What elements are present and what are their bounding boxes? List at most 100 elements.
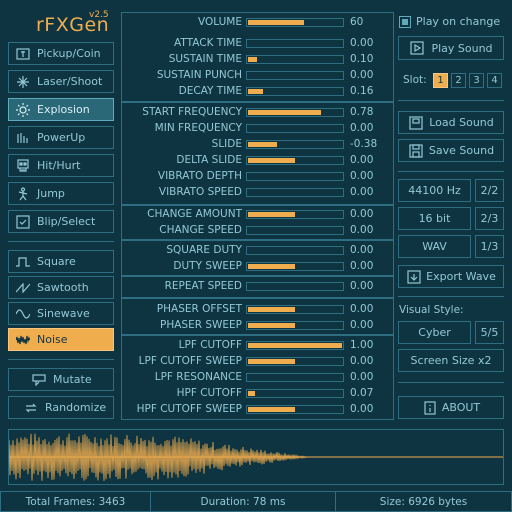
- visual-style-value: Cyber: [418, 326, 451, 339]
- laser-icon: [15, 75, 31, 89]
- status-duration: Duration: 78 ms: [150, 491, 336, 512]
- param-slider[interactable]: [246, 373, 344, 382]
- save-sound-button[interactable]: Save Sound: [398, 139, 504, 162]
- param-value: 0.00: [350, 244, 374, 256]
- coin-icon: [15, 47, 31, 61]
- param-row-sustain-punch: SUSTAIN PUNCH 0.00: [121, 68, 394, 84]
- param-label: SQUARE DUTY: [166, 244, 242, 256]
- load-sound-label: Load Sound: [429, 116, 494, 129]
- param-slider[interactable]: [246, 55, 344, 64]
- param-slider[interactable]: [246, 39, 344, 48]
- randomize-button[interactable]: Randomize: [8, 396, 114, 419]
- waveform-button-label: Noise: [37, 333, 68, 346]
- screen-size-button[interactable]: Screen Size x2: [398, 349, 504, 372]
- file-size: Size: 6926 bytes: [379, 495, 468, 508]
- waveform-button-noise[interactable]: Noise: [8, 328, 114, 351]
- load-sound-button[interactable]: Load Sound: [398, 111, 504, 134]
- generator-button-pickup-coin[interactable]: Pickup/Coin: [8, 42, 114, 65]
- export-wave-label: Export Wave: [426, 270, 496, 283]
- format-label: WAV: [422, 240, 447, 253]
- play-icon: [409, 41, 425, 55]
- sample-rate-label: 44100 Hz: [408, 184, 461, 197]
- param-label: CHANGE SPEED: [159, 224, 242, 236]
- param-row-vibrato-speed: VIBRATO SPEED 0.00: [121, 185, 394, 201]
- param-slider[interactable]: [246, 357, 344, 366]
- param-label: SUSTAIN TIME: [168, 53, 242, 65]
- param-slider[interactable]: [246, 124, 344, 133]
- param-label: PHASER OFFSET: [156, 303, 242, 315]
- visual-style-cycle-button[interactable]: 5/5: [475, 321, 504, 344]
- bit-depth-cycle-button[interactable]: 2/3: [475, 207, 504, 230]
- param-row-phaser-sweep: PHASER SWEEP 0.00: [121, 318, 394, 334]
- randomize-label: Randomize: [45, 401, 107, 414]
- format-cycle-button[interactable]: 1/3: [475, 235, 504, 258]
- generator-button-jump[interactable]: Jump: [8, 182, 114, 205]
- generator-button-blip-select[interactable]: Blip/Select: [8, 210, 114, 233]
- play-sound-button[interactable]: Play Sound: [398, 36, 504, 60]
- visual-style-label: Visual Style:: [399, 304, 464, 316]
- about-button[interactable]: ABOUT: [398, 396, 504, 419]
- slot-button-4[interactable]: 4: [487, 73, 502, 88]
- param-label: ATTACK TIME: [174, 37, 242, 49]
- param-slider[interactable]: [246, 188, 344, 197]
- visual-style-step: 5/5: [480, 326, 499, 339]
- param-slider[interactable]: [246, 210, 344, 219]
- slot-button-1[interactable]: 1: [433, 73, 448, 88]
- generator-button-hit-hurt[interactable]: Hit/Hurt: [8, 154, 114, 177]
- sine-wave-icon: [15, 307, 31, 321]
- param-value: 60: [350, 16, 364, 28]
- param-value: 0.16: [350, 85, 374, 97]
- param-slider[interactable]: [246, 341, 344, 350]
- waveform-button-square[interactable]: Square: [8, 250, 114, 273]
- param-row-change-speed: CHANGE SPEED 0.00: [121, 223, 394, 239]
- play-on-change-label: Play on change: [416, 15, 501, 28]
- param-slider[interactable]: [246, 282, 344, 291]
- divider: [8, 359, 114, 360]
- param-slider[interactable]: [246, 262, 344, 271]
- bit-depth-step: 2/3: [480, 212, 499, 225]
- param-slider[interactable]: [246, 226, 344, 235]
- waveform-button-label: Square: [37, 255, 76, 268]
- param-slider[interactable]: [246, 156, 344, 165]
- param-slider[interactable]: [246, 172, 344, 181]
- generator-button-label: Blip/Select: [37, 215, 96, 228]
- param-slider[interactable]: [246, 321, 344, 330]
- param-value: 0.00: [350, 37, 374, 49]
- visual-style-button[interactable]: Cyber: [398, 321, 471, 344]
- blip-icon: [15, 214, 31, 229]
- param-label: DUTY SWEEP: [173, 260, 242, 272]
- slot-button-2[interactable]: 2: [451, 73, 466, 88]
- param-slider[interactable]: [246, 18, 344, 27]
- save-sound-label: Save Sound: [428, 144, 495, 157]
- generator-button-label: PowerUp: [37, 131, 86, 144]
- powerup-icon: [15, 131, 31, 145]
- waveform-button-sinewave[interactable]: Sinewave: [8, 302, 114, 325]
- param-slider[interactable]: [246, 87, 344, 96]
- param-slider[interactable]: [246, 246, 344, 255]
- generator-button-laser-shoot[interactable]: Laser/Shoot: [8, 70, 114, 93]
- param-row-min-frequency: MIN FREQUENCY 0.00: [121, 121, 394, 137]
- param-slider[interactable]: [246, 305, 344, 314]
- param-value: 0.00: [350, 303, 374, 315]
- play-on-change-toggle[interactable]: Play on change: [398, 15, 508, 31]
- param-slider[interactable]: [246, 389, 344, 398]
- generator-button-powerup[interactable]: PowerUp: [8, 126, 114, 149]
- param-slider[interactable]: [246, 108, 344, 117]
- waveform-button-sawtooth[interactable]: Sawtooth: [8, 276, 114, 299]
- sample-rate-button[interactable]: 44100 Hz: [398, 179, 471, 202]
- param-slider[interactable]: [246, 71, 344, 80]
- bit-depth-button[interactable]: 16 bit: [398, 207, 471, 230]
- generator-button-explosion[interactable]: Explosion: [8, 98, 114, 121]
- param-slider[interactable]: [246, 405, 344, 414]
- export-wave-button[interactable]: Export Wave: [398, 265, 504, 288]
- param-value: 0.00: [350, 319, 374, 331]
- slot-button-3[interactable]: 3: [469, 73, 484, 88]
- mutate-label: Mutate: [53, 373, 92, 386]
- play-on-change-checkbox[interactable]: [399, 16, 411, 28]
- param-slider[interactable]: [246, 140, 344, 149]
- param-label: PHASER SWEEP: [160, 319, 242, 331]
- sample-rate-cycle-button[interactable]: 2/2: [475, 179, 504, 202]
- divider: [8, 241, 114, 242]
- mutate-button[interactable]: Mutate: [8, 368, 114, 391]
- format-button[interactable]: WAV: [398, 235, 471, 258]
